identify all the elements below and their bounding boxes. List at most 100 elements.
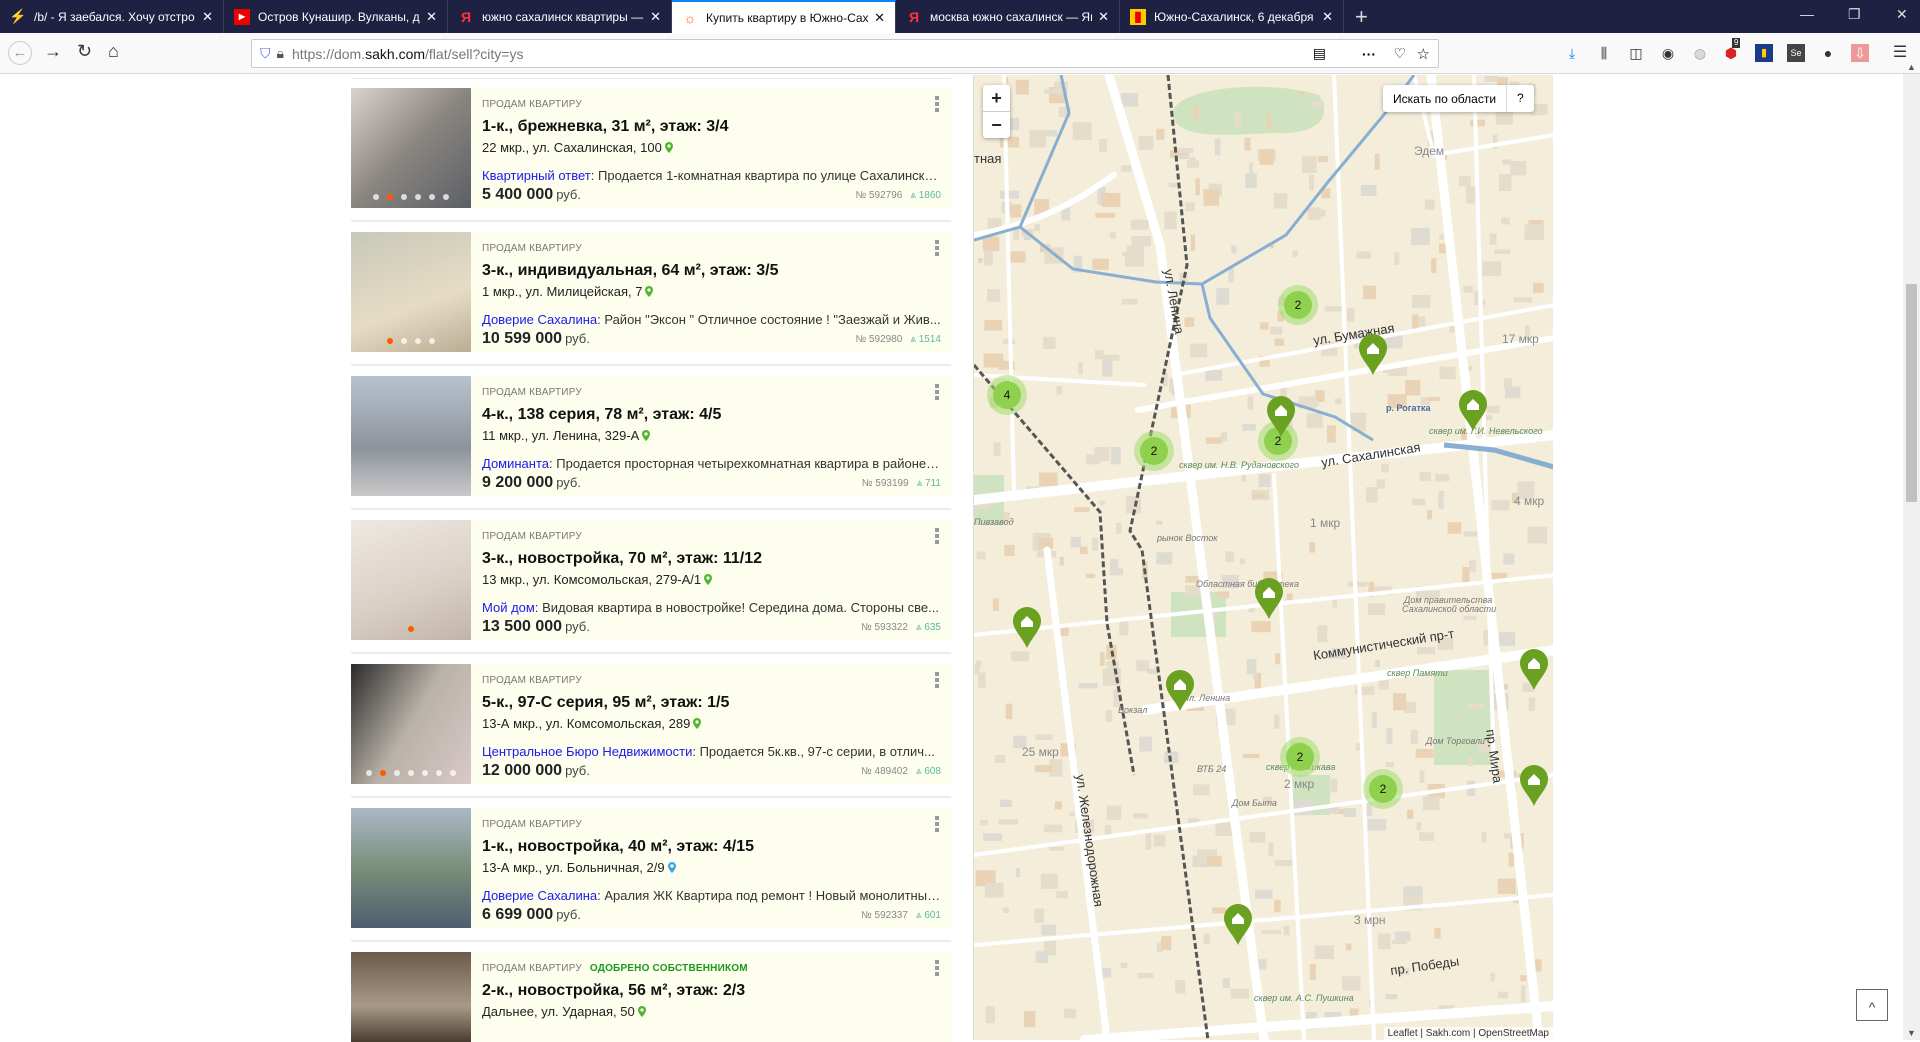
- map[interactable]: ул. Ленина ул. Бумажная ул. Сахалинская …: [973, 75, 1553, 1040]
- map-attribution[interactable]: Leaflet | Sakh.com | OpenStreetMap: [1383, 1027, 1553, 1040]
- more-menu-icon[interactable]: [935, 528, 939, 544]
- tab[interactable]: Ямосква южно сахалинск — Ян ✕: [896, 0, 1120, 33]
- listing-photo[interactable]: [351, 88, 471, 208]
- close-tab-icon[interactable]: ✕: [1098, 9, 1109, 25]
- agency-link[interactable]: Доверие Сахалина: [482, 312, 597, 327]
- listing-card[interactable]: ПРОДАМ КВАРТИРУ 3-к., новостройка, 70 м²…: [351, 520, 951, 640]
- listing-photo[interactable]: [351, 952, 471, 1042]
- close-tab-icon[interactable]: ✕: [426, 9, 437, 25]
- page-scrollbar[interactable]: ▲ ▼: [1903, 62, 1920, 1040]
- back-button[interactable]: ←: [8, 41, 32, 65]
- scrollbar-thumb[interactable]: [1906, 284, 1917, 502]
- listing-title[interactable]: 1-к., новостройка, 40 м², этаж: 4/15: [482, 838, 754, 856]
- agency-link[interactable]: Мой дом: [482, 600, 535, 615]
- listing-card[interactable]: ПРОДАМ КВАРТИРУ 5-к., 97-С серия, 95 м²,…: [351, 664, 951, 784]
- carousel-dot[interactable]: [394, 770, 400, 776]
- carousel-dot[interactable]: [387, 194, 393, 200]
- listing-title[interactable]: 5-к., 97-С серия, 95 м², этаж: 1/5: [482, 694, 729, 712]
- carousel-dot[interactable]: [401, 338, 407, 344]
- scroll-up-arrow[interactable]: ▲: [1907, 62, 1916, 72]
- listing-card[interactable]: ПРОДАМ КВАРТИРУ 1-к., новостройка, 40 м²…: [351, 808, 951, 928]
- home-button[interactable]: ⌂: [108, 41, 119, 62]
- listing-photo[interactable]: [351, 376, 471, 496]
- more-menu-icon[interactable]: [935, 96, 939, 112]
- stats-extension-icon[interactable]: ▮: [1755, 44, 1773, 62]
- account-icon[interactable]: ◉: [1659, 44, 1677, 62]
- listing-card[interactable]: ПРОДАМ КВАРТИРУ ОДОБРЕНО СОБСТВЕННИКОМ 2-…: [351, 952, 951, 1042]
- close-window-button[interactable]: ✕: [1896, 6, 1908, 23]
- selenium-icon[interactable]: Se: [1787, 44, 1805, 62]
- more-menu-icon[interactable]: [935, 672, 939, 688]
- library-icon[interactable]: ⫼: [1595, 44, 1613, 62]
- listing-title[interactable]: 3-к., новостройка, 70 м², этаж: 11/12: [482, 550, 762, 568]
- pocket-icon[interactable]: ♡: [1393, 45, 1406, 62]
- scroll-down-arrow[interactable]: ▼: [1907, 1028, 1916, 1038]
- extension-icon[interactable]: ●: [1819, 44, 1837, 62]
- close-tab-icon[interactable]: ✕: [1322, 9, 1333, 25]
- listing-title[interactable]: 2-к., новостройка, 56 м², этаж: 2/3: [482, 982, 745, 1000]
- restore-button[interactable]: ❐: [1848, 6, 1861, 23]
- map-pin-icon[interactable]: [645, 286, 654, 297]
- marker-cluster[interactable]: 2: [1363, 769, 1403, 809]
- map-pin-icon[interactable]: [704, 574, 713, 585]
- carousel-dot[interactable]: [429, 338, 435, 344]
- carousel-dot[interactable]: [380, 770, 386, 776]
- back-to-top-button[interactable]: ^: [1856, 989, 1888, 1021]
- close-tab-icon[interactable]: ✕: [650, 9, 661, 25]
- minimize-button[interactable]: —: [1800, 6, 1814, 22]
- tab[interactable]: ▮ Южно-Сахалинск, 6 декабря ✕: [1120, 0, 1344, 33]
- address-bar[interactable]: ⛉ 🔒︎ https://dom.sakh.com/flat/sell?city…: [251, 39, 1439, 68]
- zoom-out-button[interactable]: −: [983, 111, 1010, 137]
- more-menu-icon[interactable]: [935, 816, 939, 832]
- tab[interactable]: ☼ Купить квартиру в Южно-Сах ✕: [672, 0, 896, 33]
- forward-button[interactable]: →: [44, 41, 62, 62]
- agency-link[interactable]: Центральное Бюро Недвижимости: [482, 744, 692, 759]
- marker-cluster[interactable]: 2: [1278, 285, 1318, 325]
- carousel-dot[interactable]: [415, 338, 421, 344]
- save-extension-icon[interactable]: ⇩: [1851, 44, 1869, 62]
- carousel-dot[interactable]: [408, 626, 414, 632]
- tab[interactable]: ▶ Остров Кунашир. Вулканы, д ✕: [224, 0, 448, 33]
- reload-button[interactable]: ↻: [77, 41, 92, 62]
- agency-link[interactable]: Доверие Сахалина: [482, 888, 597, 903]
- page-actions-icon[interactable]: ···: [1362, 46, 1376, 62]
- carousel-dot[interactable]: [429, 194, 435, 200]
- more-menu-icon[interactable]: [935, 240, 939, 256]
- listing-photo[interactable]: [351, 520, 471, 640]
- map-pin-icon[interactable]: [642, 430, 651, 441]
- carousel-dot[interactable]: [373, 194, 379, 200]
- carousel-dot[interactable]: [450, 770, 456, 776]
- more-menu-icon[interactable]: [935, 384, 939, 400]
- listing-photo[interactable]: [351, 232, 471, 352]
- sidebar-icon[interactable]: ◫: [1627, 44, 1645, 62]
- listing-title[interactable]: 1-к., брежневка, 31 м², этаж: 3/4: [482, 118, 728, 136]
- listing-card[interactable]: ПРОДАМ КВАРТИРУ 1-к., брежневка, 31 м², …: [351, 88, 951, 208]
- marker-cluster[interactable]: 2: [1280, 737, 1320, 777]
- marker-cluster[interactable]: 2: [1134, 431, 1174, 471]
- carousel-dot[interactable]: [436, 770, 442, 776]
- new-tab-button[interactable]: +: [1355, 4, 1368, 30]
- reader-view-icon[interactable]: ▤: [1313, 45, 1326, 62]
- map-pin-icon[interactable]: [664, 142, 673, 153]
- globe-icon[interactable]: ◍: [1691, 44, 1709, 62]
- map-pin-icon[interactable]: [667, 862, 676, 873]
- carousel-dot[interactable]: [366, 770, 372, 776]
- map-pin-icon[interactable]: [637, 1006, 646, 1017]
- listing-title[interactable]: 3-к., индивидуальная, 64 м², этаж: 3/5: [482, 262, 778, 280]
- carousel-dot[interactable]: [443, 194, 449, 200]
- ublock-icon[interactable]: ⬢ 9: [1722, 38, 1741, 62]
- help-button[interactable]: ?: [1506, 85, 1534, 112]
- listing-card[interactable]: ПРОДАМ КВАРТИРУ 4-к., 138 серия, 78 м², …: [351, 376, 951, 496]
- carousel-dot[interactable]: [387, 338, 393, 344]
- carousel-dot[interactable]: [422, 770, 428, 776]
- tab[interactable]: Яюжно сахалинск квартиры — Я ✕: [448, 0, 672, 33]
- more-menu-icon[interactable]: [935, 960, 939, 976]
- menu-icon[interactable]: ☰: [1891, 44, 1909, 62]
- tab[interactable]: ⚡ /b/ - Я заебался. Хочу отстро ✕: [0, 0, 224, 33]
- map-pin-icon[interactable]: [693, 718, 702, 729]
- agency-link[interactable]: Квартирный ответ: [482, 168, 591, 183]
- search-area-button[interactable]: Искать по области: [1383, 92, 1506, 106]
- listing-photo[interactable]: [351, 808, 471, 928]
- bookmark-star-icon[interactable]: ☆: [1417, 45, 1430, 63]
- listing-card[interactable]: ПРОДАМ КВАРТИРУ 3-к., индивидуальная, 64…: [351, 232, 951, 352]
